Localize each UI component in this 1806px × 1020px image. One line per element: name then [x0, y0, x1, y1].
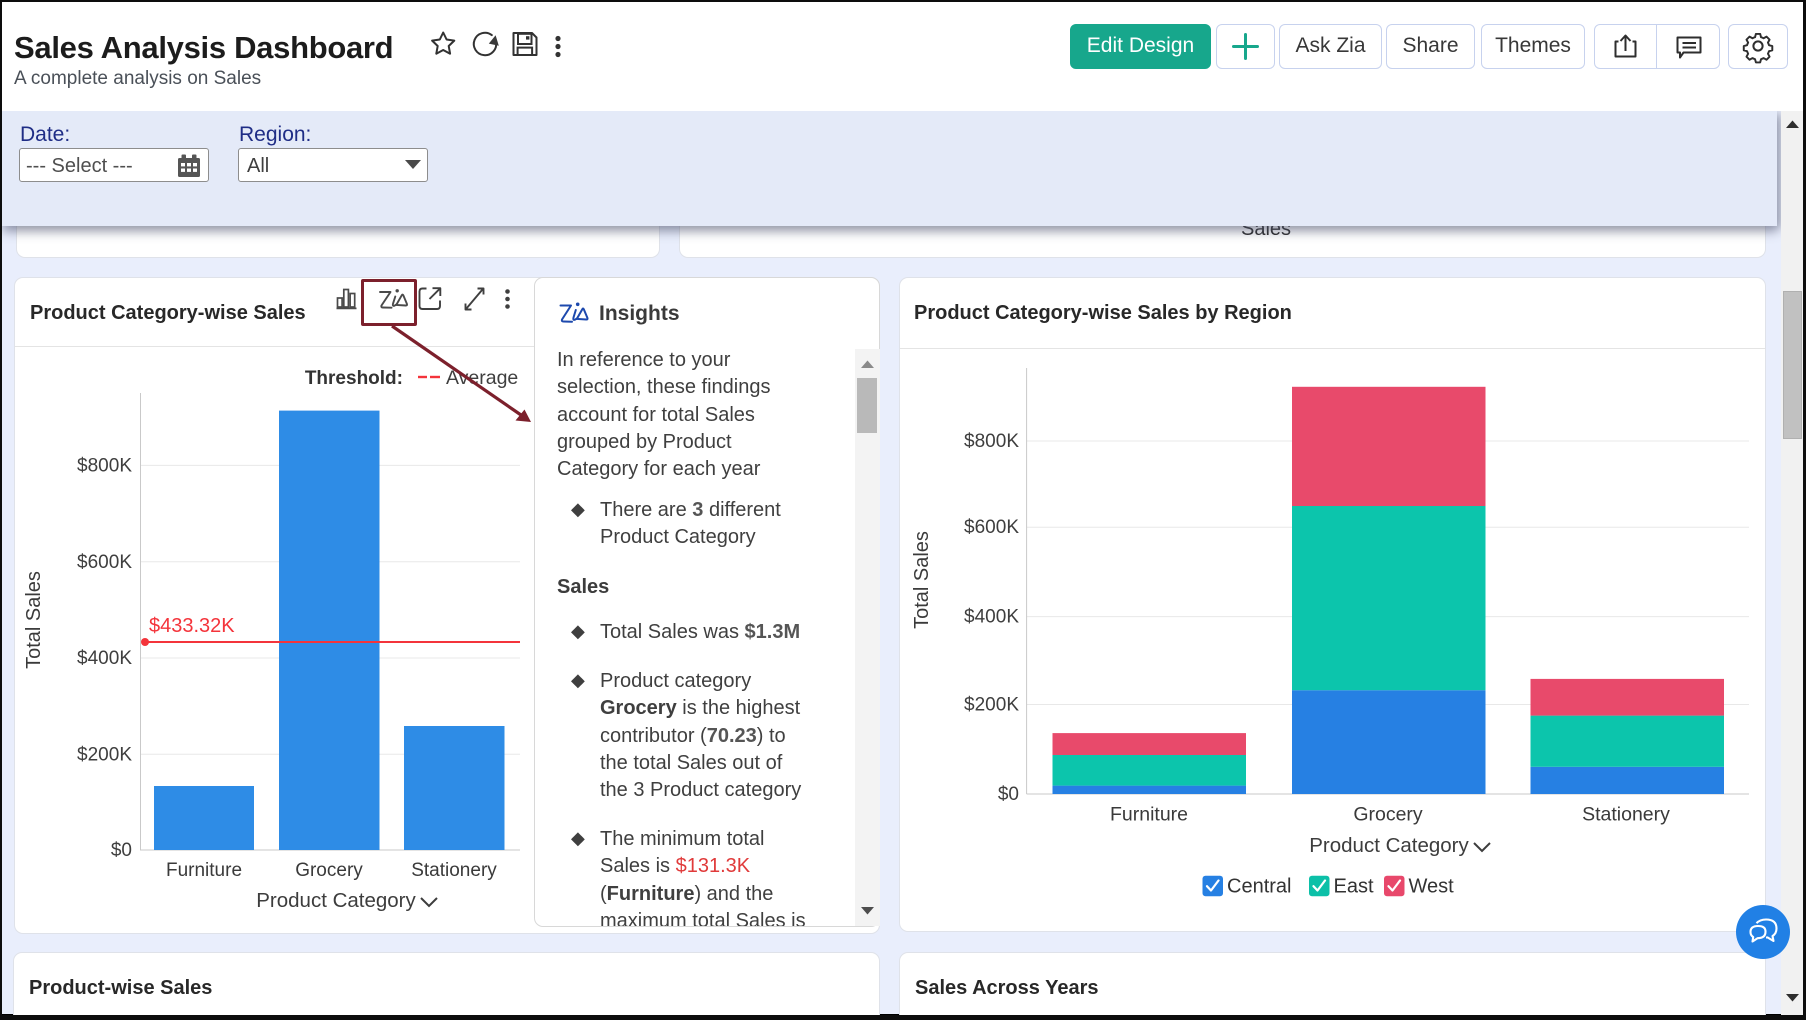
- svg-text:Grocery: Grocery: [1353, 804, 1423, 826]
- svg-text:Furniture: Furniture: [166, 860, 242, 881]
- svg-text:$600K: $600K: [964, 517, 1019, 538]
- svg-text:$400K: $400K: [964, 607, 1019, 628]
- svg-text:$200K: $200K: [77, 744, 132, 765]
- svg-text:$800K: $800K: [964, 431, 1019, 452]
- svg-text:Central: Central: [1227, 876, 1291, 898]
- svg-text:$0: $0: [998, 784, 1019, 805]
- svg-text:West: West: [1409, 876, 1455, 898]
- svg-text:$200K: $200K: [964, 695, 1019, 716]
- svg-text:Total Sales: Total Sales: [911, 531, 933, 629]
- svg-text:$600K: $600K: [77, 552, 132, 573]
- svg-text:Stationery: Stationery: [411, 860, 497, 881]
- svg-text:Product Category: Product Category: [1309, 834, 1469, 857]
- svg-text:$0: $0: [111, 840, 132, 861]
- svg-text:$400K: $400K: [77, 648, 132, 669]
- svg-text:$433.32K: $433.32K: [149, 615, 235, 637]
- svg-text:$800K: $800K: [77, 455, 132, 476]
- svg-text:Stationery: Stationery: [1582, 804, 1670, 826]
- svg-text:Total Sales: Total Sales: [23, 571, 45, 669]
- svg-text:Furniture: Furniture: [1110, 804, 1188, 826]
- svg-text:Product Category: Product Category: [256, 889, 416, 912]
- svg-text:East: East: [1334, 876, 1374, 898]
- svg-text:Grocery: Grocery: [295, 860, 363, 881]
